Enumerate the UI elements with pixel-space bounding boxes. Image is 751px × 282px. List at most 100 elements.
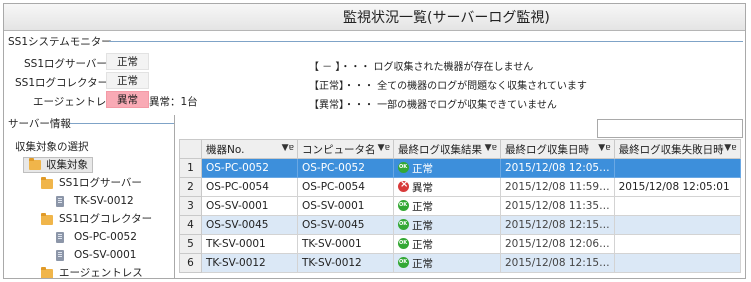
agentless-status: 異常 (106, 91, 149, 108)
computer-name-cell: TK-SV-0001 (297, 234, 394, 254)
row-number: 6 (179, 253, 202, 273)
row-number: 1 (179, 158, 202, 178)
header-last-result[interactable]: 最終ログ収集結果 ▼ɐ (393, 139, 501, 159)
last-failed-cell (613, 234, 741, 254)
ok-status-icon (398, 161, 409, 173)
last-failed-cell (613, 215, 741, 235)
header-computer-name[interactable]: コンピュータ名 ▼ɐ (297, 139, 394, 159)
filter-icon[interactable]: ▼ɐ (598, 143, 610, 153)
table-row[interactable]: 4 OS-SV-0045 OS-SV-0045 正常 2015/12/08 12… (179, 215, 741, 235)
error-status-icon (398, 179, 409, 192)
header-last-collected[interactable]: 最終ログ収集日時 ▼ɐ (500, 139, 615, 159)
result-cell: 正常 (393, 196, 501, 216)
header-label: 最終ログ収集結果 (398, 143, 482, 156)
server-icon (56, 232, 64, 248)
device-no-cell: OS-SV-0001 (201, 196, 298, 216)
tree-node-collection-targets[interactable]: 収集対象 (23, 157, 93, 173)
search-input[interactable] (597, 119, 743, 138)
folder-icon (41, 213, 53, 230)
grid-header-row: 機器No. ▼ɐ コンピュータ名 ▼ɐ 最終ログ収集結果 ▼ɐ 最終ログ収集日時 ▼ɐ … (179, 139, 741, 159)
result-text: 正常 (412, 238, 433, 251)
log-collector-status: 正常 (106, 72, 149, 89)
folder-icon (29, 158, 41, 174)
ok-status-icon (398, 256, 409, 268)
legend-normal: 【正常】・・・ 全ての機器のログが問題なく収集されています (309, 81, 587, 92)
tree-node-agentless[interactable]: エージェントレス (41, 265, 143, 279)
tree-node-label: TK-SV-0012 (74, 195, 134, 207)
tree-node-label: OS-SV-0001 (74, 249, 137, 261)
header-last-failed[interactable]: 最終ログ収集失敗日時 ▼ɐ (613, 139, 741, 159)
filter-icon[interactable]: ▼ɐ (485, 143, 497, 153)
tree-node-tk-sv-0012[interactable]: TK-SV-0012 (56, 193, 134, 209)
header-label: 最終ログ収集失敗日時 (618, 143, 724, 156)
computer-name-cell: OS-PC-0052 (297, 158, 394, 178)
monitor-window: 監視状況一覧(サーバーログ監視) SS1システムモニター SS1ログサーバー： … (3, 3, 746, 279)
log-server-status: 正常 (106, 53, 149, 70)
last-failed-cell: 2015/12/08 12:05:01 (613, 177, 741, 197)
title-bar: 監視状況一覧(サーバーログ監視) (4, 4, 745, 31)
tree-node-label: エージェントレス (59, 267, 143, 279)
row-number: 2 (179, 177, 202, 197)
result-cell: 正常 (393, 253, 501, 273)
system-monitor-title: SS1システムモニター (8, 36, 112, 48)
server-icon (56, 196, 64, 212)
result-text: 正常 (412, 162, 433, 175)
result-cell: 異常 (393, 177, 501, 197)
tree-node-label: 収集対象 (46, 159, 88, 171)
last-failed-cell (613, 158, 741, 178)
log-collector-label: SS1ログコレクター： (15, 77, 119, 89)
header-label: 機器No. (206, 143, 245, 156)
header-device-no[interactable]: 機器No. ▼ɐ (201, 139, 298, 159)
device-no-cell: TK-SV-0001 (201, 234, 298, 254)
tree-title: 収集対象の選択 (15, 141, 89, 153)
result-text: 正常 (412, 219, 433, 232)
result-text: 正常 (412, 257, 433, 270)
computer-name-cell: OS-SV-0045 (297, 215, 394, 235)
log-server-label: SS1ログサーバー： (24, 58, 118, 70)
last-failed-cell (613, 196, 741, 216)
last-collected-cell: 2015/12/08 12:15… (500, 215, 615, 235)
system-monitor-header: SS1システムモニター (4, 34, 745, 49)
tree-node-label: SS1ログコレクター (59, 213, 153, 225)
result-text: 正常 (412, 200, 433, 213)
last-collected-cell: 2015/12/08 12:15… (500, 253, 615, 273)
tree-node-os-sv-0001[interactable]: OS-SV-0001 (56, 247, 136, 263)
legend-error: 【異常】・・・ 一部の機器でログが収集できていません (309, 100, 557, 111)
result-text: 異常 (412, 181, 433, 194)
server-info-header: サーバー情報 (4, 116, 174, 131)
table-row[interactable]: 2 OS-PC-0054 OS-PC-0054 異常 2015/12/08 11… (179, 177, 741, 197)
computer-name-cell: OS-SV-0001 (297, 196, 394, 216)
tree-node-log-server[interactable]: SS1ログサーバー (41, 175, 142, 191)
last-collected-cell: 2015/12/08 11:35… (500, 196, 615, 216)
legend-none: 【 － 】・・・ ログ収集された機器が存在しません (309, 62, 534, 73)
ok-status-icon (398, 218, 409, 230)
result-cell: 正常 (393, 234, 501, 254)
folder-icon (41, 177, 53, 194)
server-tree-panel: サーバー情報 収集対象の選択 収集対象 SS1ログサーバー TK-SV-0012… (4, 115, 175, 279)
device-no-cell: OS-SV-0045 (201, 215, 298, 235)
computer-name-cell: OS-PC-0054 (297, 177, 394, 197)
section-divider (70, 123, 174, 124)
table-row[interactable]: 6 TK-SV-0012 TK-SV-0012 正常 2015/12/08 12… (179, 253, 741, 273)
computer-name-cell: TK-SV-0012 (297, 253, 394, 273)
device-no-cell: OS-PC-0054 (201, 177, 298, 197)
header-row-number (179, 139, 202, 159)
table-row[interactable]: 5 TK-SV-0001 TK-SV-0001 正常 2015/12/08 12… (179, 234, 741, 254)
result-cell: 正常 (393, 215, 501, 235)
server-info-title: サーバー情報 (8, 118, 71, 130)
header-label: 最終ログ収集日時 (505, 143, 589, 156)
table-row[interactable]: 1 OS-PC-0052 OS-PC-0052 正常 2015/12/08 12… (179, 158, 741, 178)
header-label: コンピュータ名 (302, 143, 376, 156)
ok-status-icon (398, 237, 409, 249)
device-no-cell: TK-SV-0012 (201, 253, 298, 273)
filter-icon[interactable]: ▼ɐ (378, 143, 390, 153)
filter-icon[interactable]: ▼ɐ (282, 143, 294, 153)
tree-node-log-collector[interactable]: SS1ログコレクター (41, 211, 152, 227)
ok-status-icon (398, 199, 409, 211)
result-cell: 正常 (393, 158, 501, 178)
row-number: 4 (179, 215, 202, 235)
filter-icon[interactable]: ▼ɐ (724, 143, 736, 153)
server-icon (56, 250, 64, 266)
tree-node-os-pc-0052[interactable]: OS-PC-0052 (56, 229, 137, 245)
table-row[interactable]: 3 OS-SV-0001 OS-SV-0001 正常 2015/12/08 11… (179, 196, 741, 216)
